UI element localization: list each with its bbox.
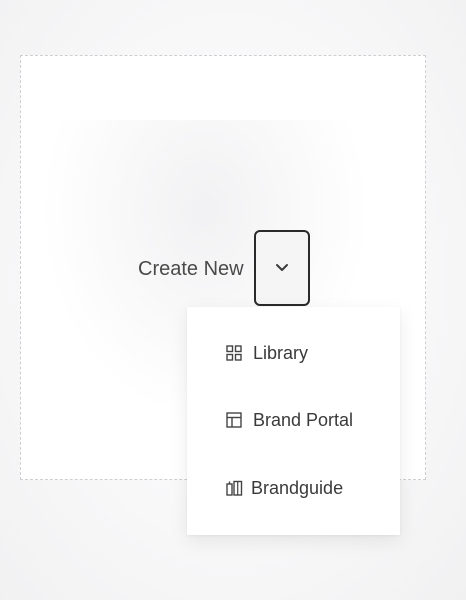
menu-item-label: Brandguide	[251, 477, 344, 498]
menu-item-brand-portal[interactable]: Brand Portal	[225, 406, 353, 434]
menu-item-label: Library	[253, 342, 309, 363]
grid-icon	[225, 344, 243, 362]
book-icon	[225, 479, 243, 497]
create-new-dropdown-toggle[interactable]	[254, 230, 310, 306]
create-new-label: Create New	[138, 258, 244, 280]
menu-item-label: Brand Portal	[253, 409, 354, 430]
layout-icon	[225, 411, 243, 429]
menu-item-library[interactable]: Library	[225, 339, 308, 367]
create-new-dropdown-menu: Library Brand Portal Brandguide	[187, 307, 400, 535]
menu-item-brandguide[interactable]: Brandguide	[225, 474, 343, 502]
chevron-down-icon	[275, 263, 289, 273]
